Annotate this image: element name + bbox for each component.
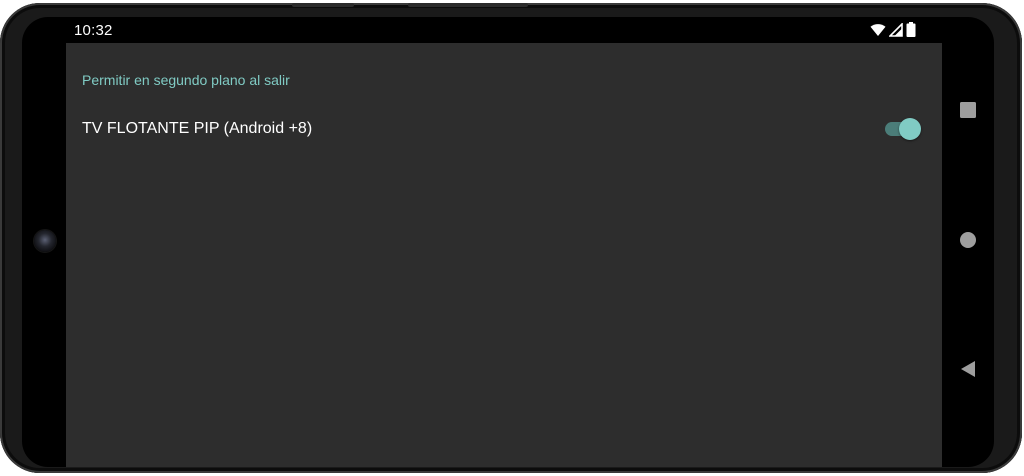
home-button[interactable] [956,230,980,254]
back-icon [959,360,977,383]
preference-category-title: Permitir en segundo plano al salir [82,72,290,88]
power-button [408,3,528,7]
volume-button [292,3,354,7]
status-bar: 10:32 [66,17,942,43]
recents-icon [959,101,977,124]
preference-item-title: TV FLOTANTE PIP (Android +8) [82,120,313,137]
settings-screen: Permitir en segundo plano al salir TV FL… [66,43,942,467]
back-button[interactable] [956,359,980,383]
front-camera [34,230,56,252]
home-icon [959,231,977,254]
preference-item-pip[interactable]: TV FLOTANTE PIP (Android +8) [66,105,942,153]
cell-signal-icon [889,22,903,37]
phone-frame: 10:32 Permitir en segundo plano al salir… [0,3,1022,473]
recents-button[interactable] [956,100,980,124]
wifi-icon [870,23,886,37]
status-time: 10:32 [74,22,113,39]
pip-toggle-switch[interactable] [883,116,923,142]
status-icons [870,22,916,37]
navigation-bar [942,43,994,467]
battery-icon [906,22,916,37]
switch-thumb [899,118,921,140]
